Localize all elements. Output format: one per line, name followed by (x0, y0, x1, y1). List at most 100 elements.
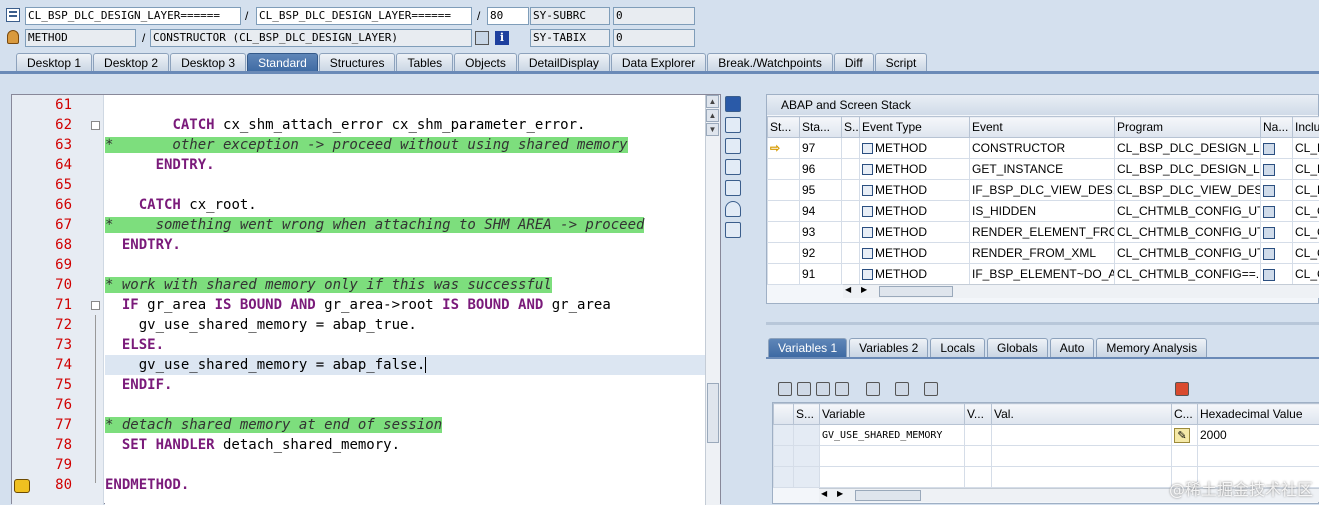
include-field[interactable]: CL_BSP_DLC_DESIGN_LAYER====== (256, 7, 472, 25)
variables-column-header[interactable]: Val. (992, 404, 1172, 425)
variable-name-input[interactable] (820, 446, 965, 467)
fold-marker-icon[interactable] (91, 301, 100, 310)
stack-column-header[interactable]: St... (768, 117, 800, 138)
navigate-icon[interactable] (1263, 206, 1275, 218)
panel-divider[interactable] (766, 322, 1319, 325)
row-selector[interactable] (774, 425, 794, 446)
source-editor[interactable]: 6162636465666768697071727374757677787980… (11, 94, 721, 504)
code-area[interactable]: CATCH cx_shm_attach_error cx_shm_paramet… (105, 95, 705, 505)
stack-navigate[interactable] (1261, 201, 1293, 222)
row-selector[interactable] (774, 467, 794, 488)
variables-column-header[interactable]: S... (794, 404, 820, 425)
tab-structures[interactable]: Structures (319, 53, 396, 72)
breakpoint-icon[interactable] (14, 479, 30, 493)
fold-marker-icon[interactable] (91, 121, 100, 130)
sysvalue-1[interactable]: 0 (613, 7, 695, 25)
stack-navigate[interactable] (1261, 222, 1293, 243)
tab-variables-1[interactable]: Variables 1 (768, 338, 847, 357)
navigate-icon[interactable] (1263, 248, 1275, 260)
row-selector[interactable] (774, 446, 794, 467)
variables-column-header[interactable]: C... (1172, 404, 1198, 425)
navigate-icon[interactable] (895, 382, 909, 396)
load-icon[interactable] (816, 382, 830, 396)
tab-memory-analysis[interactable]: Memory Analysis (1096, 338, 1207, 357)
stack-column-header[interactable]: Na... (1261, 117, 1293, 138)
tab-data-explorer[interactable]: Data Explorer (611, 53, 706, 72)
event-type-field[interactable]: METHOD (25, 29, 136, 47)
delete-icon[interactable] (778, 382, 792, 396)
stack-hscrollbar[interactable]: ◀ ▶ (843, 284, 1319, 298)
tab-auto[interactable]: Auto (1050, 338, 1095, 357)
new-window-icon[interactable] (725, 117, 741, 133)
settings-icon[interactable] (725, 222, 741, 238)
tab-standard[interactable]: Standard (247, 53, 318, 72)
scroll-left-icon[interactable]: ◀ (821, 489, 827, 498)
scroll-left-icon[interactable]: ◀ (845, 285, 851, 294)
maximize-icon[interactable] (725, 159, 741, 175)
variable-row[interactable]: GV_USE_SHARED_MEMORY✎2000 (774, 425, 1319, 446)
stack-column-header[interactable]: Event Type (860, 117, 970, 138)
scroll-right-icon[interactable]: ▶ (861, 285, 867, 294)
scroll-up-icon[interactable]: ▲ (706, 95, 719, 108)
stack-navigate[interactable] (1261, 243, 1293, 264)
edit-pencil-icon[interactable]: ✎ (1174, 428, 1190, 443)
navigate-icon[interactable] (1263, 227, 1275, 239)
tab-break-watchpoints[interactable]: Break./Watchpoints (707, 53, 833, 72)
tab-variables-2[interactable]: Variables 2 (849, 338, 928, 357)
scroll-thumb[interactable] (707, 383, 719, 443)
tab-desktop-3[interactable]: Desktop 3 (170, 53, 246, 72)
display-icon[interactable] (475, 31, 489, 45)
save-list-icon[interactable] (835, 382, 849, 396)
stack-row[interactable]: ⇨97METHODCONSTRUCTORCL_BSP_DLC_DESIGN_L.… (768, 138, 1319, 159)
stack-navigate[interactable] (1261, 180, 1293, 201)
variable-change[interactable]: ✎ (1172, 425, 1198, 446)
stack-row[interactable]: 93METHODRENDER_ELEMENT_FRO...CL_CHTMLB_C… (768, 222, 1319, 243)
stack-row[interactable]: 91METHODIF_BSP_ELEMENT~DO_A...CL_CHTMLB_… (768, 264, 1319, 285)
scroll-down-icon[interactable]: ▼ (706, 123, 719, 136)
tab-locals[interactable]: Locals (930, 338, 985, 357)
stack-column-header[interactable]: Inclu (1293, 117, 1319, 138)
variable-name-input[interactable]: GV_USE_SHARED_MEMORY (820, 425, 965, 446)
navigate-icon[interactable] (1263, 269, 1275, 281)
sysfield-2[interactable]: SY-TABIX (530, 29, 610, 47)
variable-change[interactable] (1172, 446, 1198, 467)
line-field[interactable]: 80 (487, 7, 529, 25)
copy-icon[interactable] (725, 138, 741, 154)
sysvalue-2[interactable]: 0 (613, 29, 695, 47)
stack-column-header[interactable]: S... (842, 117, 860, 138)
stack-navigate[interactable] (1261, 264, 1293, 285)
tab-desktop-2[interactable]: Desktop 2 (93, 53, 169, 72)
scroll-thumb[interactable] (879, 286, 953, 297)
resize-icon[interactable] (725, 180, 741, 196)
tab-script[interactable]: Script (875, 53, 928, 72)
variable-name-input[interactable] (820, 467, 965, 488)
variables-column-header[interactable]: V... (965, 404, 992, 425)
stack-row[interactable]: 92METHODRENDER_FROM_XMLCL_CHTMLB_CONFIG_… (768, 243, 1319, 264)
stack-row[interactable]: 96METHODGET_INSTANCECL_BSP_DLC_DESIGN_L.… (768, 159, 1319, 180)
tab-diff[interactable]: Diff (834, 53, 874, 72)
stack-navigate[interactable] (1261, 138, 1293, 159)
sysfield-1[interactable]: SY-SUBRC (530, 7, 610, 25)
navigate-icon[interactable] (1263, 185, 1275, 197)
variable-row[interactable] (774, 446, 1319, 467)
tree-icon[interactable] (866, 382, 880, 396)
navigate-icon[interactable] (1263, 164, 1275, 176)
variables-column-header[interactable]: Variable (820, 404, 965, 425)
stack-column-header[interactable]: Sta... (800, 117, 842, 138)
headset-icon[interactable] (725, 201, 741, 217)
stack-navigate[interactable] (1261, 159, 1293, 180)
scroll-thumb[interactable] (855, 490, 921, 501)
tab-objects[interactable]: Objects (454, 53, 517, 72)
info-icon[interactable]: i (495, 31, 509, 45)
program-field[interactable]: CL_BSP_DLC_DESIGN_LAYER====== (25, 7, 241, 25)
select-icon[interactable] (924, 382, 938, 396)
table-icon[interactable] (797, 382, 811, 396)
tab-desktop-1[interactable]: Desktop 1 (16, 53, 92, 72)
stack-column-header[interactable]: Event (970, 117, 1115, 138)
tab-globals[interactable]: Globals (987, 338, 1048, 357)
vertical-scrollbar[interactable]: ▲ ▲ ▼ (705, 95, 720, 505)
tab-tables[interactable]: Tables (396, 53, 453, 72)
close-icon[interactable] (725, 96, 741, 112)
stack-row[interactable]: 94METHODIS_HIDDENCL_CHTMLB_CONFIG_UT...C… (768, 201, 1319, 222)
scroll-up-icon[interactable]: ▲ (706, 109, 719, 122)
